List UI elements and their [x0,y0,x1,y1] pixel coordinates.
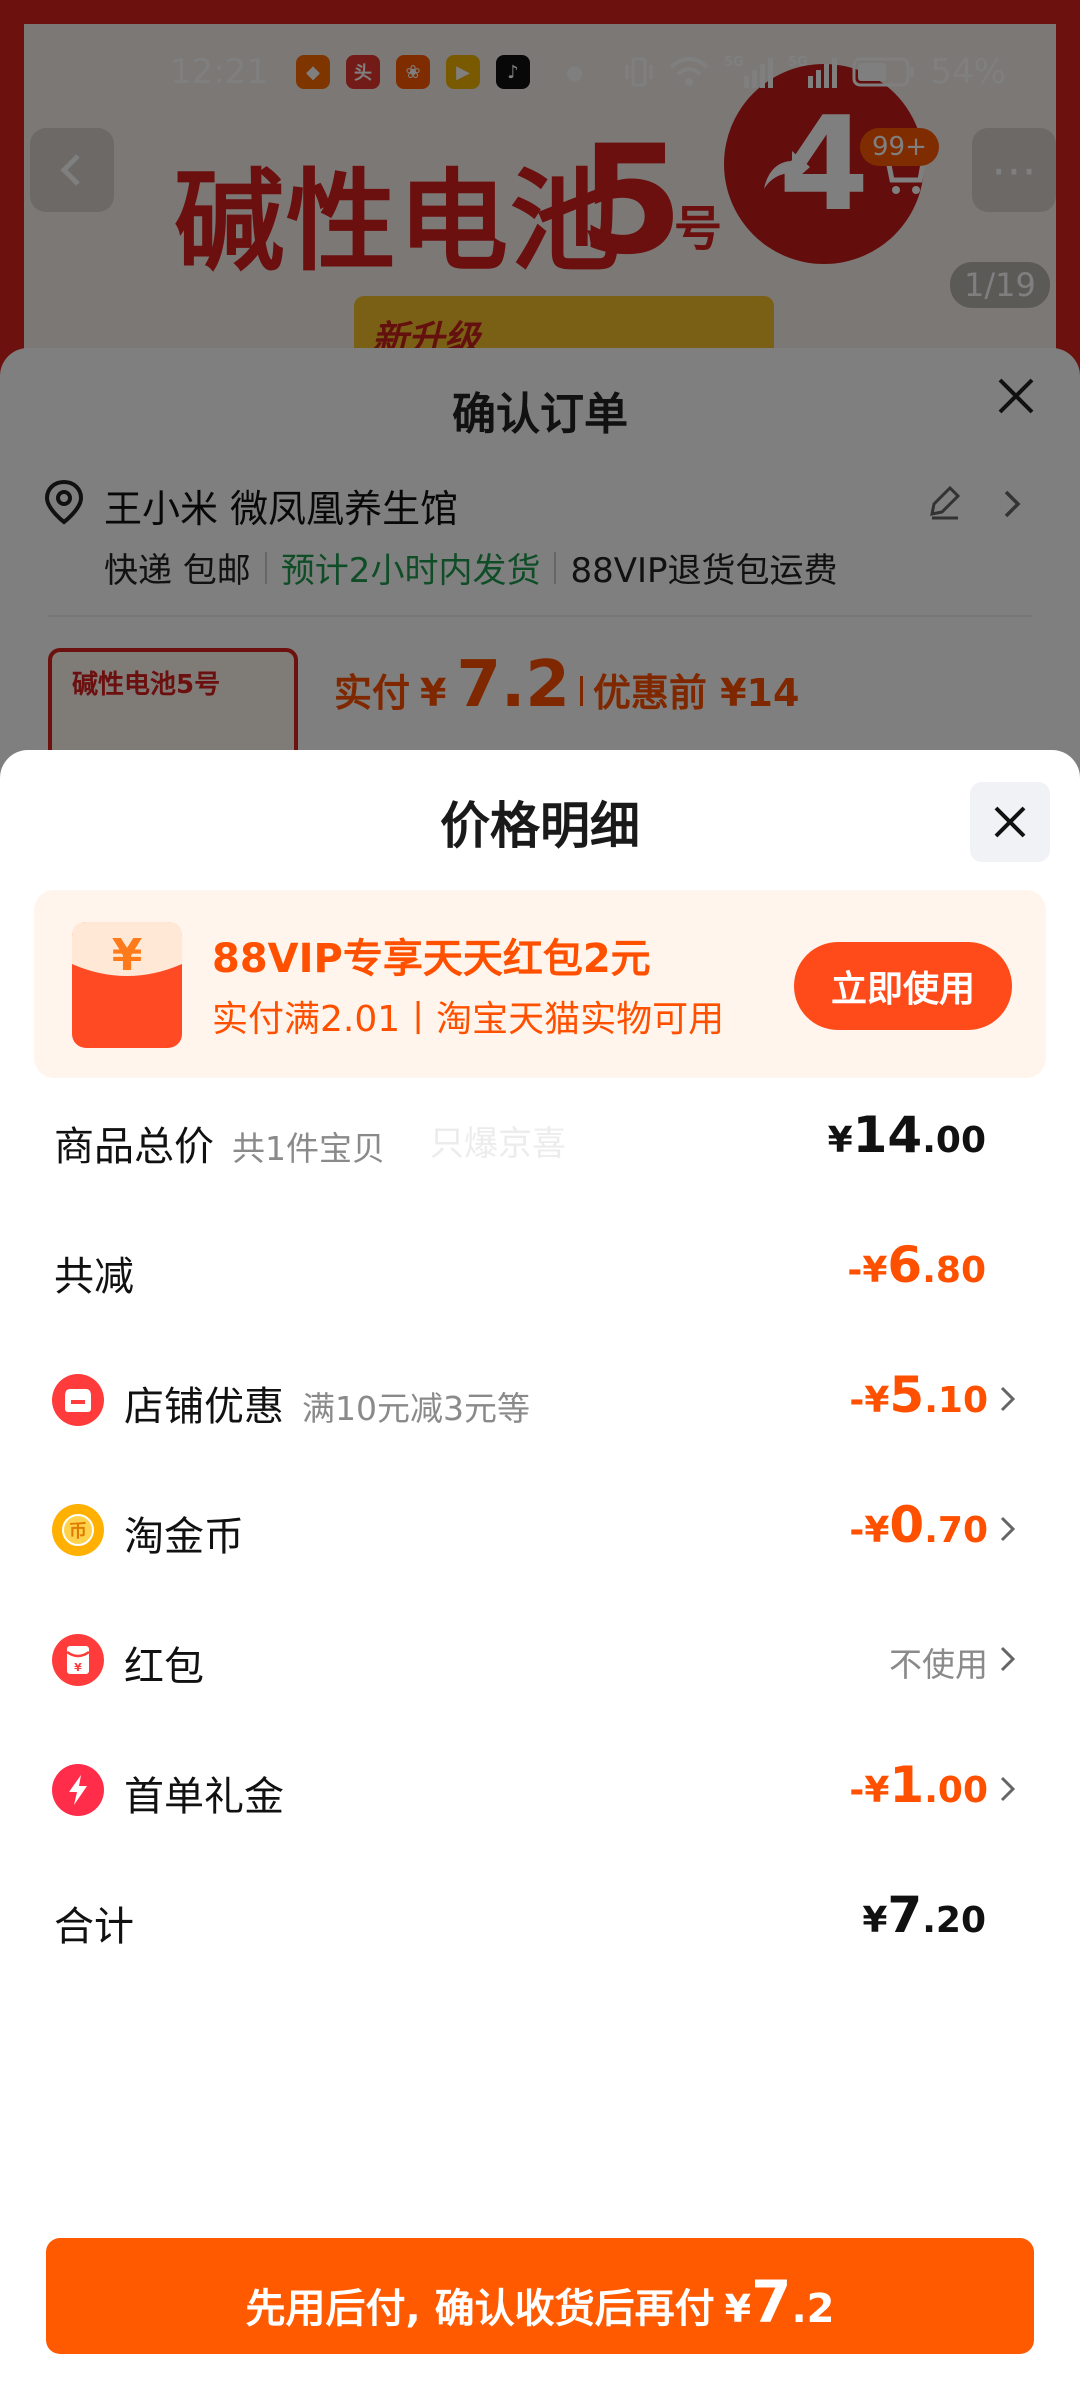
close-icon [994,806,1026,838]
lightning-icon [52,1764,104,1816]
row-label: 首单礼金 [124,1764,284,1822]
red-envelope-icon: ¥ [72,922,182,1048]
use-now-button[interactable]: 立即使用 [794,942,1012,1030]
value-int: 5 [889,1366,925,1424]
button-label: 先用后付, 确认收货后再付 [245,2286,715,2332]
row-note: 满10元减3元等 [302,1389,530,1428]
sheet-title: 价格明细 [440,797,640,855]
value-currency: -¥ [849,1510,890,1551]
row-value: 不使用 [889,1638,988,1686]
price-row-sum: 合计 ¥7.20 [0,1882,1080,1962]
row-label: 商品总价 共1件宝贝 [54,1114,385,1172]
row-label-text: 商品总价 [54,1124,214,1170]
value-text: 不使用 [889,1645,988,1684]
chevron-right-icon [1000,1516,1016,1542]
value-currency: -¥ [849,1380,890,1421]
watermark: 只爆京喜 [430,1124,566,1164]
shop-icon [52,1374,104,1426]
value-dec: .70 [924,1510,988,1551]
row-note: 共1件宝贝 [232,1129,385,1168]
button-currency: ¥ [724,2287,752,2331]
row-label-text: 合计 [54,1904,134,1950]
value-dec: .10 [924,1380,988,1421]
price-row-taojinbi[interactable]: 币 淘金币 -¥ 0.70 [0,1492,1080,1572]
value-dec: .00 [924,1770,988,1811]
price-row-total-goods: 商品总价 共1件宝贝 只爆京喜 ¥14.00 [0,1102,1080,1182]
price-row-total-discount: 共减 -¥ 6.80 [0,1232,1080,1312]
row-value: ¥7.20 [862,1886,986,1944]
button-amount-int: 7 [751,2268,792,2336]
row-label: 合计 [54,1894,134,1952]
row-label-text: 首单礼金 [124,1774,284,1820]
chevron-right-icon [1000,1386,1016,1412]
button-amount-dec: .2 [791,2286,835,2332]
row-value: -¥ 5.10 [849,1366,988,1424]
price-detail-sheet: 价格明细 ¥ 88VIP专享天天红包2元 实付满2.01丨淘宝天猫实物可用 立即… [0,750,1080,2400]
svg-text:¥: ¥ [112,930,143,981]
chevron-right-icon [1000,1776,1016,1802]
value-int: 6 [887,1236,923,1294]
value-currency: -¥ [849,1770,890,1811]
row-label: 淘金币 [124,1504,244,1562]
svg-text:币: 币 [69,1521,87,1542]
close-button[interactable] [970,782,1050,862]
value-currency: ¥ [827,1120,853,1161]
value-dec: .00 [922,1120,986,1161]
price-row-red-packet[interactable]: ¥ 红包 不使用 [0,1622,1080,1702]
value-int: 14 [852,1106,923,1164]
value-currency: ¥ [862,1900,888,1941]
row-value: ¥14.00 [828,1106,986,1164]
red-packet-icon: ¥ [52,1634,104,1686]
price-row-shop-discount[interactable]: 店铺优惠 满10元减3元等 -¥ 5.10 [0,1362,1080,1442]
svg-text:¥: ¥ [74,1661,82,1674]
row-value: -¥ 6.80 [847,1236,986,1294]
coin-icon: 币 [52,1504,104,1556]
vip-red-packet-banner: ¥ 88VIP专享天天红包2元 实付满2.01丨淘宝天猫实物可用 立即使用 [34,890,1046,1078]
row-label: 红包 [124,1634,204,1692]
promo-title: 88VIP专享天天红包2元 [212,936,651,982]
row-label-text: 共减 [54,1254,134,1300]
chevron-right-icon [1000,1646,1016,1672]
value-int: 7 [887,1886,923,1944]
value-dec: .20 [922,1900,986,1941]
value-int: 0 [889,1496,925,1554]
row-label-text: 淘金币 [124,1514,244,1560]
value-dec: .80 [922,1250,986,1291]
row-label: 共减 [54,1244,134,1302]
promo-subtitle: 实付满2.01丨淘宝天猫实物可用 [212,999,725,1040]
row-label: 店铺优惠 满10元减3元等 [124,1374,530,1432]
row-label-text: 店铺优惠 [124,1384,284,1430]
price-row-first-order-gift[interactable]: 首单礼金 -¥ 1.00 [0,1752,1080,1832]
row-value: -¥ 0.70 [849,1496,988,1554]
row-value: -¥ 1.00 [849,1756,988,1814]
value-currency: -¥ [847,1250,888,1291]
value-int: 1 [889,1756,925,1814]
confirm-pay-later-button[interactable]: 先用后付, 确认收货后再付 ¥ 7 .2 [46,2238,1034,2354]
row-label-text: 红包 [124,1644,204,1690]
